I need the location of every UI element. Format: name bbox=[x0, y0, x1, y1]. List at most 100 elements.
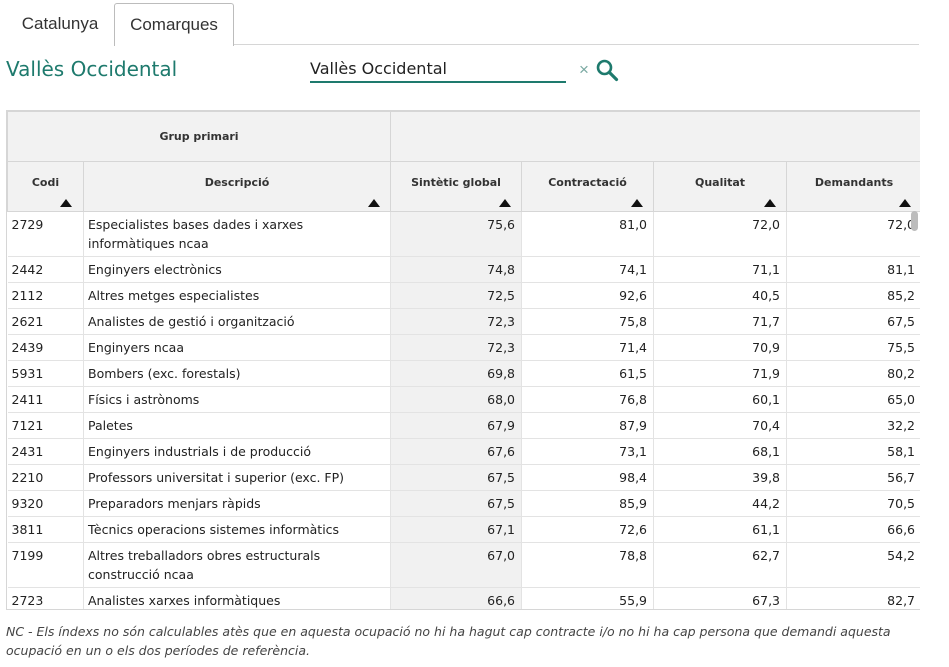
cell-demandants: 67,5 bbox=[786, 308, 920, 335]
cell-descripcio: Físics i astrònoms bbox=[83, 386, 392, 413]
cell-contractacio: 78,8 bbox=[521, 542, 655, 588]
cell-demandants: 32,2 bbox=[786, 412, 920, 439]
table-row[interactable]: 5931 Bombers (exc. forestals) 69,8 61,5 71,9… bbox=[7, 360, 920, 387]
sort-arrow-icon[interactable] bbox=[764, 199, 777, 207]
table-row[interactable]: 2210 Professors universitat i superior (e… bbox=[7, 464, 920, 491]
cell-sintetic-global: 72,3 bbox=[390, 334, 523, 361]
clear-icon[interactable]: × bbox=[579, 60, 589, 80]
column-header-qualitat[interactable]: Qualitat bbox=[653, 161, 788, 212]
cell-sintetic-global: 68,0 bbox=[390, 386, 523, 413]
column-header-label: Codi bbox=[31, 176, 60, 189]
table-row[interactable]: 2621 Analistes de gestió i organització 72… bbox=[7, 308, 920, 335]
cell-qualitat: 71,7 bbox=[653, 308, 788, 335]
cell-sintetic-global: 75,6 bbox=[390, 211, 523, 257]
cell-contractacio: 74,1 bbox=[521, 256, 655, 283]
table-row[interactable]: 2112 Altres metges especialistes 72,5 92,6 4… bbox=[7, 282, 920, 309]
cell-descripcio: Enginyers electrònics bbox=[83, 256, 392, 283]
cell-sintetic-global: 66,6 bbox=[390, 587, 523, 609]
table-row[interactable]: 2411 Físics i astrònoms 68,0 76,8 60,1 65,0 bbox=[7, 386, 920, 413]
cell-descripcio: Paletes bbox=[83, 412, 392, 439]
cell-qualitat: 72,0 bbox=[653, 211, 788, 257]
cell-contractacio: 92,6 bbox=[521, 282, 655, 309]
tab-bar: Catalunya Comarques bbox=[6, 3, 919, 46]
table-row[interactable]: 9320 Preparadors menjars ràpids 67,5 85,9 44… bbox=[7, 490, 920, 517]
cell-sintetic-global: 67,0 bbox=[390, 542, 523, 588]
cell-qualitat: 70,4 bbox=[653, 412, 788, 439]
cell-sintetic-global: 67,5 bbox=[390, 490, 523, 517]
group-header-empty bbox=[390, 111, 920, 162]
column-header-contractacio[interactable]: Contractació bbox=[521, 161, 655, 212]
sort-arrow-icon[interactable] bbox=[368, 199, 381, 207]
cell-descripcio: Enginyers ncaa bbox=[83, 334, 392, 361]
table-row[interactable]: 2439 Enginyers ncaa 72,3 71,4 70,9 75,5 bbox=[7, 334, 920, 361]
cell-demandants: 66,6 bbox=[786, 516, 920, 543]
footnote: NC - Els índexs no són calculables atès … bbox=[6, 624, 891, 658]
table-row[interactable]: 2723 Analistes xarxes informàtiques 66,6 55… bbox=[7, 587, 920, 609]
cell-codi: 9320 bbox=[7, 490, 84, 517]
cell-descripcio: Analistes de gestió i organització bbox=[83, 308, 392, 335]
cell-qualitat: 61,1 bbox=[653, 516, 788, 543]
cell-qualitat: 60,1 bbox=[653, 386, 788, 413]
cell-sintetic-global: 67,6 bbox=[390, 438, 523, 465]
table-row[interactable]: 7121 Paletes 67,9 87,9 70,4 32,2 bbox=[7, 412, 920, 439]
column-header-descripcio[interactable]: Descripció bbox=[82, 161, 392, 212]
table-row[interactable]: 2442 Enginyers electrònics 74,8 74,1 71,1 81,… bbox=[7, 256, 920, 283]
cell-sintetic-global: 74,8 bbox=[390, 256, 523, 283]
cell-contractacio: 98,4 bbox=[521, 464, 655, 491]
cell-codi: 7199 bbox=[7, 542, 84, 588]
column-header-demandants[interactable]: Demandants bbox=[786, 161, 920, 212]
cell-qualitat: 44,2 bbox=[653, 490, 788, 517]
table-row[interactable]: 3811 Tècnics operacions sistemes informàt… bbox=[7, 516, 920, 543]
cell-descripcio: Tècnics operacions sistemes informàtics bbox=[83, 516, 392, 543]
tab-comarques[interactable]: Comarques bbox=[114, 3, 234, 46]
cell-contractacio: 72,6 bbox=[521, 516, 655, 543]
column-header-sintetic-global[interactable]: Sintètic global bbox=[390, 161, 523, 212]
sort-arrow-icon[interactable] bbox=[60, 199, 72, 207]
cell-qualitat: 40,5 bbox=[653, 282, 788, 309]
search-input[interactable] bbox=[310, 56, 566, 80]
cell-codi: 5931 bbox=[7, 360, 84, 387]
cell-qualitat: 68,1 bbox=[653, 438, 788, 465]
vertical-scrollbar[interactable] bbox=[908, 158, 920, 610]
cell-codi: 2729 bbox=[7, 211, 84, 257]
occupations-table: Grup primari Codi Descripció Sintètic gl… bbox=[6, 110, 920, 610]
column-header-label: Contractació bbox=[548, 176, 627, 189]
cell-contractacio: 55,9 bbox=[521, 587, 655, 609]
cell-demandants: 75,5 bbox=[786, 334, 920, 361]
column-header-label: Qualitat bbox=[694, 176, 746, 189]
table-row[interactable]: 2431 Enginyers industrials i de producció… bbox=[7, 438, 920, 465]
cell-descripcio: Enginyers industrials i de producció bbox=[83, 438, 392, 465]
cell-qualitat: 71,1 bbox=[653, 256, 788, 283]
cell-demandants: 82,7 bbox=[786, 587, 920, 609]
cell-qualitat: 39,8 bbox=[653, 464, 788, 491]
cell-demandants: 85,2 bbox=[786, 282, 920, 309]
cell-descripcio: Altres treballadors obres estructurals c… bbox=[83, 542, 392, 588]
cell-contractacio: 71,4 bbox=[521, 334, 655, 361]
cell-demandants: 65,0 bbox=[786, 386, 920, 413]
table-row[interactable]: 2729 Especialistes bases dades i xarxes i… bbox=[7, 211, 920, 257]
tab-catalunya[interactable]: Catalunya bbox=[6, 3, 114, 45]
table-row[interactable]: 7199 Altres treballadors obres estructura… bbox=[7, 542, 920, 588]
search-field bbox=[310, 56, 566, 83]
cell-contractacio: 75,8 bbox=[521, 308, 655, 335]
sort-arrow-icon[interactable] bbox=[631, 199, 644, 207]
cell-codi: 2442 bbox=[7, 256, 84, 283]
cell-demandants: 58,1 bbox=[786, 438, 920, 465]
scrollbar-thumb[interactable] bbox=[911, 211, 918, 231]
cell-codi: 2439 bbox=[7, 334, 84, 361]
column-header-label: Descripció bbox=[204, 176, 270, 189]
cell-demandants: 70,5 bbox=[786, 490, 920, 517]
column-header-label: Sintètic global bbox=[411, 176, 501, 189]
cell-descripcio: Professors universitat i superior (exc. … bbox=[83, 464, 392, 491]
cell-descripcio: Especialistes bases dades i xarxes infor… bbox=[83, 211, 392, 257]
cell-demandants: 56,7 bbox=[786, 464, 920, 491]
cell-demandants: 54,2 bbox=[786, 542, 920, 588]
cell-demandants: 81,1 bbox=[786, 256, 920, 283]
cell-codi: 7121 bbox=[7, 412, 84, 439]
search-icon[interactable] bbox=[595, 58, 619, 82]
sort-arrow-icon[interactable] bbox=[499, 199, 512, 207]
cell-qualitat: 62,7 bbox=[653, 542, 788, 588]
table-body: 2729 Especialistes bases dades i xarxes i… bbox=[7, 211, 920, 609]
column-header-codi[interactable]: Codi bbox=[7, 161, 84, 212]
cell-descripcio: Altres metges especialistes bbox=[83, 282, 392, 309]
